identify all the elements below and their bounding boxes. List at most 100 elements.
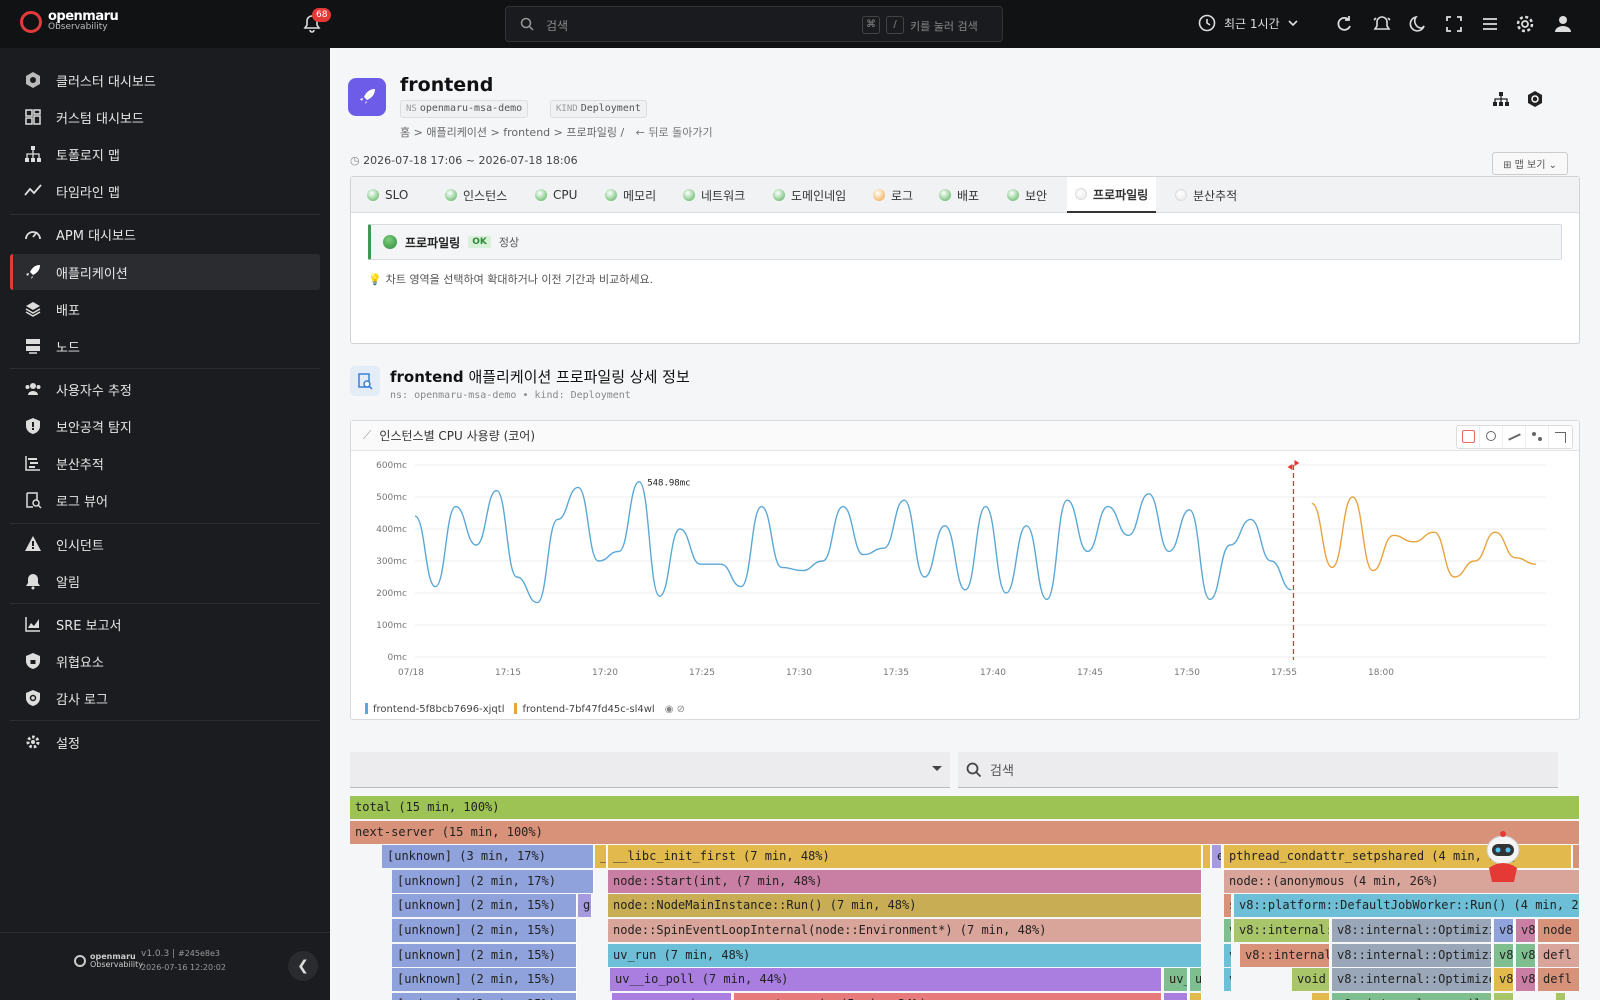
flame-frame[interactable]: uv__async_io.part (612, 992, 732, 1000)
sidebar-item-log-viewer[interactable]: 로그 뷰어 (10, 482, 320, 518)
sidebar-item-threat[interactable]: 위협요소 (10, 643, 320, 679)
flame-frame[interactable]: v8::platform::DefaultJobWorker::Run() (4… (1234, 894, 1580, 918)
flame-frame[interactable]: defl (1538, 968, 1580, 992)
tab-4[interactable]: 네트워크 (675, 177, 753, 213)
flame-frame[interactable]: v8::internal (1240, 943, 1330, 967)
flame-graph[interactable]: total (15 min, 100%) next-server (15 min,… (350, 796, 1580, 1000)
assistant-robot-icon[interactable] (1480, 830, 1526, 886)
trend-icon[interactable] (1503, 426, 1526, 448)
flame-frame[interactable]: v8 (1516, 943, 1536, 967)
flame-frame[interactable]: v (1224, 968, 1232, 992)
sidebar-item-settings[interactable]: 설정 (10, 724, 320, 760)
flame-frame[interactable]: n (1190, 992, 1202, 1000)
map-view-button[interactable]: ⊞ 맵 보기 ⌄ (1492, 152, 1568, 175)
flame-frame[interactable]: [unknown] (2 min, 15%) (392, 894, 577, 918)
sidebar-item-apm-dashboard[interactable]: APM 대시보드 (10, 216, 320, 252)
flame-frame[interactable]: g (578, 894, 592, 918)
flame-frame[interactable]: total (15 min, 100%) (350, 796, 1580, 819)
breadcrumb-path[interactable]: 홈 > 애플리케이션 > frontend > 프로파일링 (400, 126, 617, 139)
flame-frame[interactable]: [unknown] (2 min, 17%) (392, 869, 594, 893)
tab-5[interactable]: 도메인네임 (765, 177, 854, 213)
flame-frame[interactable]: noc (1164, 992, 1188, 1000)
collapse-sidebar-button[interactable]: ❮ (288, 951, 318, 981)
tab-2[interactable]: CPU (527, 177, 585, 213)
tab-10[interactable]: 분산추적 (1167, 177, 1245, 213)
sidebar-item-security-attack[interactable]: 보안공격 탐지 (10, 408, 320, 444)
tab-6[interactable]: 로그 (865, 177, 921, 213)
flame-frame[interactable]: e (1212, 845, 1222, 869)
flame-frame[interactable]: t (1573, 845, 1580, 869)
back-link[interactable]: ← 뒤로 돌아가기 (636, 126, 713, 139)
flame-frame[interactable]: voi (1312, 992, 1330, 1000)
time-range-selector[interactable]: 최근 1시간 (1198, 14, 1298, 32)
flame-frame[interactable]: v8 (1516, 919, 1536, 942)
flame-frame[interactable]: next-server (15 min, 100%) (350, 820, 1580, 844)
flame-frame[interactable]: v8::internal: (1234, 919, 1330, 942)
dark-mode-icon[interactable] (1408, 14, 1428, 34)
flame-frame[interactable]: defl (1538, 943, 1580, 967)
flame-frame[interactable]: uv_ (1164, 968, 1188, 992)
flame-frame[interactable]: [unknown] (2 min, 15%) (392, 943, 577, 967)
scatter-icon[interactable] (1526, 426, 1549, 448)
sidebar-item-alert[interactable]: 알림 (10, 563, 320, 599)
sidebar-item-distributed-tracing[interactable]: 분산추적 (10, 445, 320, 481)
sidebar-item-audit-log[interactable]: 감사 로그 (10, 680, 320, 716)
gear-icon[interactable] (1515, 14, 1535, 34)
tab-0[interactable]: SLO (359, 177, 416, 213)
flame-frame[interactable]: node::NodeMainInstance::Run() (7 min, 48… (608, 894, 1202, 918)
flame-search[interactable]: 검색 (958, 752, 1558, 788)
tab-7[interactable]: 배포 (931, 177, 987, 213)
tab-9[interactable]: 프로파일링 (1067, 177, 1157, 213)
flame-frame[interactable]: v8::internal::Optimize (1332, 968, 1492, 992)
sidebar-item-topology-map[interactable]: 토폴로지 맵 (10, 136, 320, 172)
flame-frame[interactable]: . (1203, 845, 1211, 869)
ai-icon[interactable] (1457, 426, 1480, 448)
alarm-bell-icon[interactable] (1372, 14, 1392, 34)
legend-item[interactable]: frontend-7bf47fd45c-sl4wl (514, 703, 655, 715)
flame-frame[interactable]: uv_run (7 min, 48%) (608, 943, 1202, 967)
sidebar-item-sre-report[interactable]: SRE 보고서 (10, 606, 320, 642)
flame-frame[interactable]: [unknown] (2 min, 15%) (392, 919, 577, 942)
flame-frame[interactable]: s (1224, 894, 1232, 918)
expand-icon[interactable] (1549, 426, 1572, 448)
sidebar-item-deploy[interactable]: 배포 (10, 291, 320, 327)
brand-logo[interactable]: openmaru Observability (20, 10, 119, 33)
flame-frame[interactable]: v8::internal::Optimizi (1332, 919, 1492, 942)
flame-frame[interactable]: [unknown] (2 min, 15%) (392, 968, 577, 992)
flame-frame[interactable]: node::SpinEventLoopInternal(node::Enviro… (608, 919, 1202, 942)
flame-frame[interactable]: node (1538, 919, 1580, 942)
zoom-icon[interactable] (1480, 426, 1503, 448)
global-search[interactable]: 검색 ⌘ / 키를 눌러 검색 (505, 6, 1003, 42)
flame-frame[interactable]: _ (595, 845, 607, 869)
flame-frame[interactable]: node::Start(int, (7 min, 48%) (608, 869, 1202, 893)
flame-frame[interactable]: void ( (1292, 968, 1330, 992)
sidebar-item-user-estimate[interactable]: 사용자수 추정 (10, 371, 320, 407)
flame-frame[interactable]: [unknown] (3 min, 17%) (382, 845, 594, 869)
tab-8[interactable]: 보안 (999, 177, 1055, 213)
flame-frame[interactable]: v8 (1494, 968, 1514, 992)
flame-frame[interactable]: v8 (1516, 968, 1536, 992)
flame-frame[interactable]: uv (1190, 968, 1202, 992)
topology-view-icon[interactable] (1492, 90, 1510, 108)
sidebar-item-timeline-map[interactable]: 타임라인 맵 (10, 173, 320, 209)
kubernetes-icon[interactable] (1526, 90, 1544, 108)
flame-frame[interactable]: v8::internal::compiler (1332, 992, 1492, 1000)
flame-frame[interactable]: v8 (1494, 919, 1514, 942)
flame-frame[interactable]: v (1494, 992, 1514, 1000)
flame-frame[interactable]: uv__io_poll (7 min, 44%) (610, 968, 1162, 992)
sidebar-item-incident[interactable]: 인시던트 (10, 526, 320, 562)
flame-frame[interactable]: v8 (1494, 943, 1514, 967)
flame-frame[interactable]: node::(anonymous (4 min, 26%) (1224, 869, 1580, 893)
tab-1[interactable]: 인스턴스 (437, 177, 515, 213)
user-icon[interactable] (1553, 14, 1573, 34)
sidebar-item-node[interactable]: 노드 (10, 328, 320, 364)
flame-frame[interactable]: v (1556, 992, 1566, 1000)
flame-frame[interactable]: [unknown] (2 min, 15%) (392, 992, 577, 1000)
tab-3[interactable]: 메모리 (597, 177, 664, 213)
menu-icon[interactable] (1480, 14, 1500, 34)
cpu-line-chart[interactable]: 0mc 100mc 200mc 300mc 400mc 500mc 600mc 07/18 17… (351, 453, 1579, 693)
sidebar-item-custom-dashboard[interactable]: 커스텀 대시보드 (10, 99, 320, 135)
flame-frame[interactable]: uv__stream_io (5 min, 34%) (734, 992, 1162, 1000)
legend-item[interactable]: frontend-5f8bcb7696-xjqtl (365, 703, 504, 715)
sidebar-item-cluster-dashboard[interactable]: 클러스터 대시보드 (10, 62, 320, 98)
